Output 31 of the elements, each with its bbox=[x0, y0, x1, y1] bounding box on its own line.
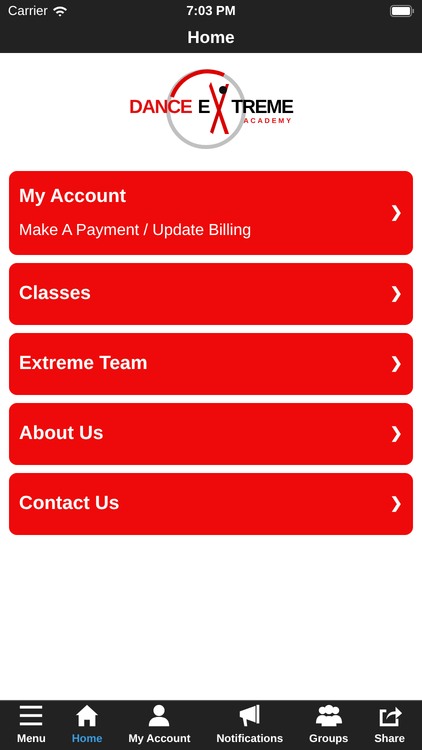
tab[interactable]: Groups bbox=[309, 703, 348, 748]
menu-item-title: Extreme Team bbox=[19, 352, 148, 376]
carrier-label: Carrier bbox=[8, 2, 48, 20]
menu-item[interactable]: My Account Make A Payment / Update Billing ❯ bbox=[9, 171, 413, 255]
clock-time: 7:03 PM bbox=[186, 2, 236, 20]
chevron-icon: ❯ bbox=[390, 422, 403, 446]
tab[interactable]: Share bbox=[374, 703, 405, 748]
chevron-icon: ❯ bbox=[390, 492, 403, 516]
menu-item[interactable]: Contact Us ❯ bbox=[9, 473, 413, 535]
menu-item[interactable]: Extreme Team ❯ bbox=[9, 333, 413, 395]
dancer-x-icon bbox=[209, 80, 232, 136]
nav-title: Home bbox=[187, 26, 235, 49]
menu-item-title: About Us bbox=[19, 422, 104, 446]
menu-item-subtitle: Make A Payment / Update Billing bbox=[19, 221, 252, 242]
logo-word: DANCE bbox=[129, 98, 192, 118]
menu-item-title: Contact Us bbox=[19, 492, 120, 516]
logo-letter: E bbox=[198, 98, 210, 118]
chevron-icon: ❯ bbox=[390, 282, 403, 306]
tab[interactable]: Menu bbox=[17, 703, 46, 748]
chevron-icon: ❯ bbox=[390, 202, 403, 224]
tab[interactable]: Notifications bbox=[216, 703, 284, 748]
tab[interactable]: Home bbox=[72, 703, 102, 748]
wifi-icon bbox=[52, 5, 68, 17]
tab[interactable]: My Account bbox=[128, 703, 190, 748]
battery-icon bbox=[390, 5, 414, 17]
menu-item[interactable]: About Us ❯ bbox=[9, 403, 413, 465]
menu-item-title: My Account bbox=[19, 184, 127, 209]
logo-word: TREME bbox=[231, 98, 293, 118]
chevron-icon: ❯ bbox=[390, 352, 403, 376]
menu-item-title: Classes bbox=[19, 282, 92, 306]
menu-item[interactable]: Classes ❯ bbox=[9, 263, 413, 325]
